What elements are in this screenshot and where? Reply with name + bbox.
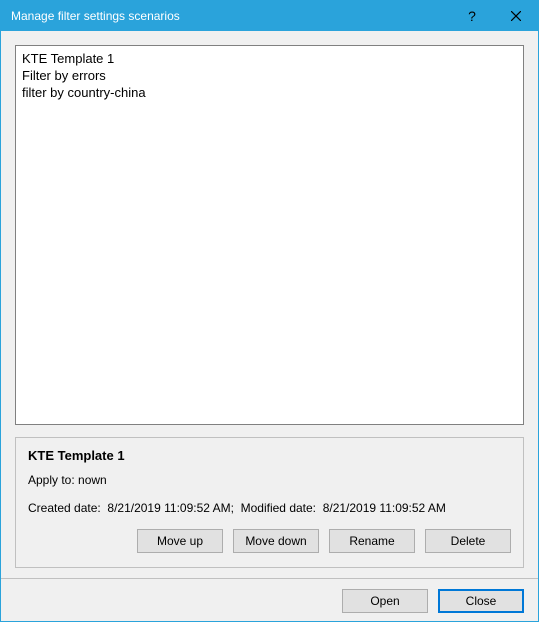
details-panel: KTE Template 1 Apply to: nown Created da… bbox=[15, 437, 524, 568]
rename-button[interactable]: Rename bbox=[329, 529, 415, 553]
help-icon: ? bbox=[468, 8, 476, 24]
list-item[interactable]: filter by country-china bbox=[22, 84, 517, 101]
scenario-listbox[interactable]: KTE Template 1 Filter by errors filter b… bbox=[15, 45, 524, 425]
apply-to-label: Apply to: bbox=[28, 473, 75, 487]
details-dates: Created date: 8/21/2019 11:09:52 AM; Mod… bbox=[28, 501, 511, 515]
modified-date-value: 8/21/2019 11:09:52 AM bbox=[323, 501, 446, 515]
delete-button[interactable]: Delete bbox=[425, 529, 511, 553]
dialog-window: Manage filter settings scenarios ? KTE T… bbox=[0, 0, 539, 622]
modified-date-label: Modified date: bbox=[241, 501, 316, 515]
titlebar: Manage filter settings scenarios ? bbox=[1, 1, 538, 31]
window-title: Manage filter settings scenarios bbox=[11, 9, 450, 23]
details-title: KTE Template 1 bbox=[28, 448, 511, 463]
list-item[interactable]: KTE Template 1 bbox=[22, 50, 517, 67]
created-date-label: Created date: bbox=[28, 501, 101, 515]
dialog-content: KTE Template 1 Filter by errors filter b… bbox=[1, 31, 538, 621]
open-button[interactable]: Open bbox=[342, 589, 428, 613]
bottom-button-bar: Open Close bbox=[1, 578, 538, 627]
close-button[interactable]: Close bbox=[438, 589, 524, 613]
details-button-row: Move up Move down Rename Delete bbox=[28, 529, 511, 553]
details-apply-to: Apply to: nown bbox=[28, 473, 511, 487]
close-icon bbox=[511, 11, 521, 21]
move-down-button[interactable]: Move down bbox=[233, 529, 319, 553]
list-item[interactable]: Filter by errors bbox=[22, 67, 517, 84]
created-date-value: 8/21/2019 11:09:52 AM bbox=[107, 501, 230, 515]
move-up-button[interactable]: Move up bbox=[137, 529, 223, 553]
apply-to-value: nown bbox=[78, 473, 107, 487]
close-window-button[interactable] bbox=[494, 1, 538, 31]
help-button[interactable]: ? bbox=[450, 1, 494, 31]
